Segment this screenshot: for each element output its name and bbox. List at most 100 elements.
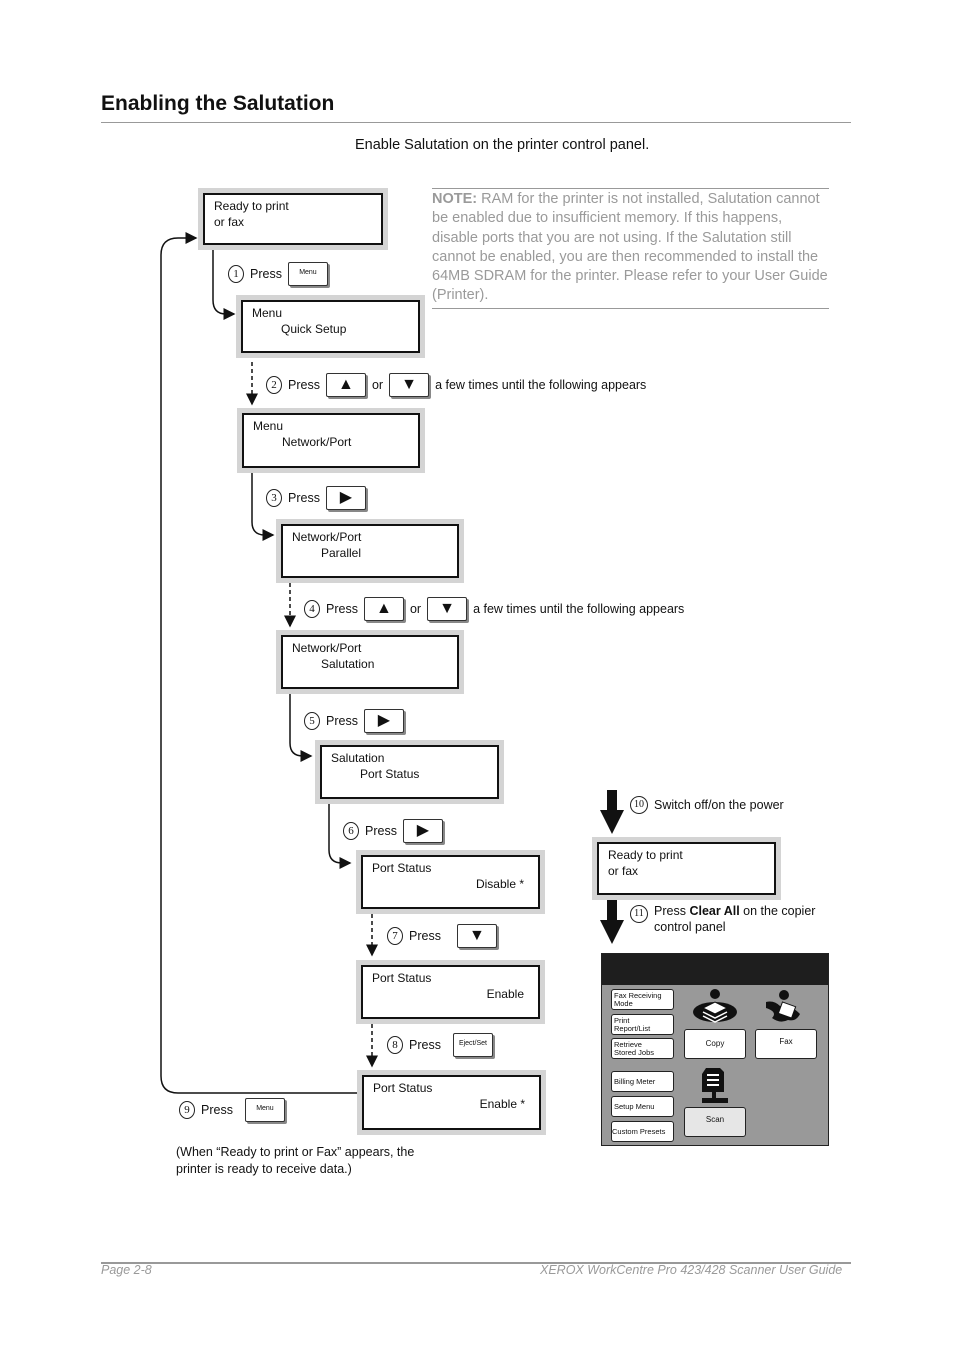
up-arrow-key-button[interactable]: ▲ (325, 373, 366, 397)
lcd-line2: Parallel (321, 546, 362, 560)
lcd-ready-after-power: Ready to print or fax (592, 837, 781, 900)
lcd-line2: Salutation (321, 657, 375, 671)
billing-meter-button[interactable]: Billing Meter (611, 1071, 674, 1092)
up-arrow-key-button[interactable]: ▲ (363, 597, 404, 621)
ready-note-line1: (When “Ready to print or Fax” appears, t… (176, 1145, 415, 1159)
step-number: 3 (266, 489, 282, 507)
fax-receiving-mode-button[interactable]: Fax Receiving Mode (611, 989, 674, 1010)
lcd-port-status-enable-set: Port Status Enable * (357, 1070, 546, 1135)
guide-title: XEROX WorkCentre Pro 423/428 Scanner Use… (540, 1263, 843, 1277)
panel-header (602, 954, 828, 985)
lcd-port-status-disable: Port Status Disable * (356, 850, 545, 914)
step-5: 5 Press ▶ (304, 709, 404, 733)
lcd-line2: or fax (608, 864, 639, 878)
lcd-line1: Ready to print (214, 199, 289, 213)
lcd-line1: Network/Port (292, 641, 362, 655)
button-line2: Stored Jobs (614, 1048, 655, 1057)
down-arrow-key-button[interactable]: ▼ (427, 597, 468, 621)
step-number: 5 (304, 712, 320, 730)
button-line2: Mode (614, 999, 633, 1008)
lcd-line1: Network/Port (292, 530, 362, 544)
press-label: Press (288, 491, 320, 505)
lcd-line2: Enable * (479, 1097, 525, 1111)
step-6: 6 Press ▶ (343, 819, 443, 843)
eject-set-key-button[interactable]: Eject/Set (452, 1033, 493, 1057)
lcd-menu-quick-setup: Menu Quick Setup (236, 295, 425, 358)
lcd-line2: Network/Port (282, 435, 352, 449)
press-label: Press (288, 378, 320, 392)
press-label: Press (326, 602, 358, 616)
step-4: 4 Press ▲ or ▼ a few times until the fol… (304, 597, 684, 621)
step-number: 1 (228, 265, 244, 283)
or-label: or (371, 378, 384, 392)
lcd-line1: Port Status (372, 861, 432, 875)
step-2: 2 Press ▲ or ▼ a few times until the fol… (266, 373, 646, 397)
scan-icon (702, 1068, 728, 1103)
step-number: 10 (630, 796, 648, 814)
step-number: 9 (179, 1101, 195, 1119)
menu-key-button[interactable]: Menu (244, 1098, 285, 1122)
step-text-pre: Press (654, 904, 690, 918)
step-hint: a few times until the following appears (435, 378, 647, 392)
press-label: Press (365, 824, 397, 838)
lcd-line1: Port Status (373, 1081, 433, 1095)
scan-button[interactable]: Scan (684, 1107, 746, 1137)
press-label: Press (409, 929, 441, 943)
step-number: 6 (343, 822, 359, 840)
step-10: 10 Switch off/on the power (630, 796, 784, 814)
step-8: 8 Press Eject/Set (387, 1033, 493, 1057)
lcd-ready: Ready to print or fax (198, 188, 388, 250)
or-label: or (409, 602, 422, 616)
lcd-network-parallel: Network/Port Parallel (276, 519, 464, 583)
custom-presets-button[interactable]: Custom Presets (611, 1121, 674, 1142)
fax-icon (766, 990, 800, 1022)
lcd-port-status-enable: Port Status Enable (356, 960, 545, 1024)
step-text-line2: control panel (654, 920, 726, 934)
step-text: Press Clear All on the copier control pa… (654, 903, 815, 935)
big-arrow-down-icon (600, 790, 624, 834)
lcd-menu-network-port: Menu Network/Port (237, 408, 425, 473)
button-line2: Report/List (614, 1024, 651, 1033)
step-number: 2 (266, 376, 282, 394)
step-hint: a few times until the following appears (473, 602, 685, 616)
right-arrow-key-button[interactable]: ▶ (325, 486, 366, 510)
menu-key-button[interactable]: Menu (287, 262, 328, 286)
print-report-list-button[interactable]: Print Report/List (611, 1014, 674, 1035)
setup-menu-button[interactable]: Setup Menu (611, 1096, 674, 1117)
button-line1: Custom Presets (612, 1127, 666, 1136)
retrieve-stored-jobs-button[interactable]: Retrieve Stored Jobs (611, 1038, 674, 1059)
step-number: 7 (387, 927, 403, 945)
step-number: 11 (630, 905, 648, 923)
big-arrow-down-icon (600, 900, 624, 944)
lcd-network-salutation: Network/Port Salutation (276, 630, 464, 694)
page-number: Page 2-8 (101, 1263, 152, 1277)
lcd-line1: Menu (253, 419, 284, 433)
down-arrow-key-button[interactable]: ▼ (456, 924, 497, 948)
lcd-line2: or fax (214, 215, 245, 229)
fax-button[interactable]: Fax (755, 1029, 817, 1059)
step-text: Switch off/on the power (654, 798, 784, 812)
lcd-line2: Quick Setup (281, 322, 347, 336)
clear-all-label: Clear All (689, 904, 740, 918)
lcd-line1: Ready to print (608, 848, 683, 862)
step-7: 7 Press ▼ (387, 924, 497, 948)
press-label: Press (201, 1103, 233, 1117)
lcd-line2: Enable (486, 987, 524, 1001)
step-3: 3 Press ▶ (266, 486, 366, 510)
press-label: Press (250, 267, 282, 281)
copy-button[interactable]: Copy (684, 1029, 746, 1059)
lcd-line1: Port Status (372, 971, 432, 985)
down-arrow-key-button[interactable]: ▼ (389, 373, 430, 397)
button-line1: Setup Menu (614, 1102, 655, 1111)
right-arrow-key-button[interactable]: ▶ (402, 819, 443, 843)
press-label: Press (409, 1038, 441, 1052)
right-arrow-key-button[interactable]: ▶ (363, 709, 404, 733)
step-11: 11 Press Clear All on the copier control… (630, 903, 815, 935)
copier-control-panel: Fax Receiving Mode Print Report/List Ret… (601, 953, 829, 1146)
ready-note: (When “Ready to print or Fax” appears, t… (176, 1144, 414, 1177)
step-number: 8 (387, 1036, 403, 1054)
step-9: 9 Press Menu (179, 1098, 285, 1122)
lcd-salutation-port-status: Salutation Port Status (315, 740, 504, 804)
copy-icon (693, 989, 737, 1023)
press-label: Press (326, 714, 358, 728)
